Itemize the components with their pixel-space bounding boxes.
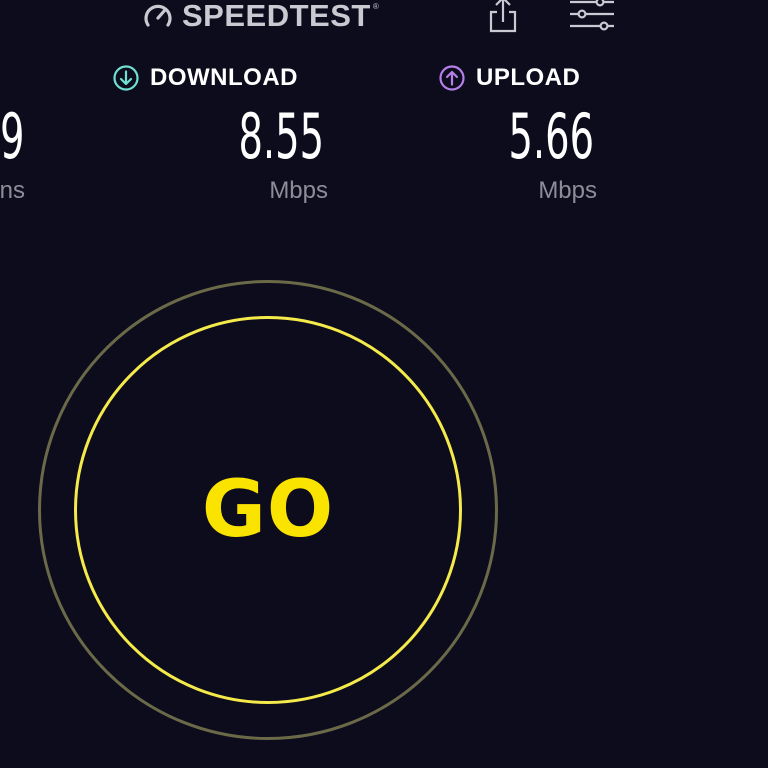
upload-value: 5.66 — [508, 100, 594, 173]
download-label: DOWNLOAD — [150, 64, 298, 91]
upload-unit: Mbps — [538, 177, 597, 204]
brand-name: SPEEDTEST — [182, 0, 371, 33]
upload-header: UPLOAD — [438, 60, 580, 96]
ping-value: 9 — [0, 100, 24, 173]
speedtest-logo: SPEEDTEST ® — [140, 0, 379, 36]
settings-button[interactable] — [566, 0, 618, 36]
share-icon — [489, 0, 517, 33]
arrow-up-circle-icon — [439, 65, 465, 91]
speedometer-icon — [144, 4, 172, 27]
ping-unit: ns — [0, 177, 25, 204]
share-button[interactable] — [484, 0, 522, 36]
go-label: GO — [201, 465, 335, 555]
download-header: DOWNLOAD — [112, 60, 298, 96]
upload-label: UPLOAD — [476, 64, 581, 91]
go-button[interactable]: GO — [74, 316, 462, 704]
download-value: 8.55 — [238, 100, 324, 173]
download-unit: Mbps — [269, 177, 328, 204]
brand-mark: ® — [372, 2, 379, 11]
speedtest-screen: SPEEDTEST ® NG 9 ns DOWNLOAD 8. — [0, 0, 768, 768]
sliders-icon — [570, 0, 614, 31]
arrow-down-circle-icon — [113, 65, 139, 91]
